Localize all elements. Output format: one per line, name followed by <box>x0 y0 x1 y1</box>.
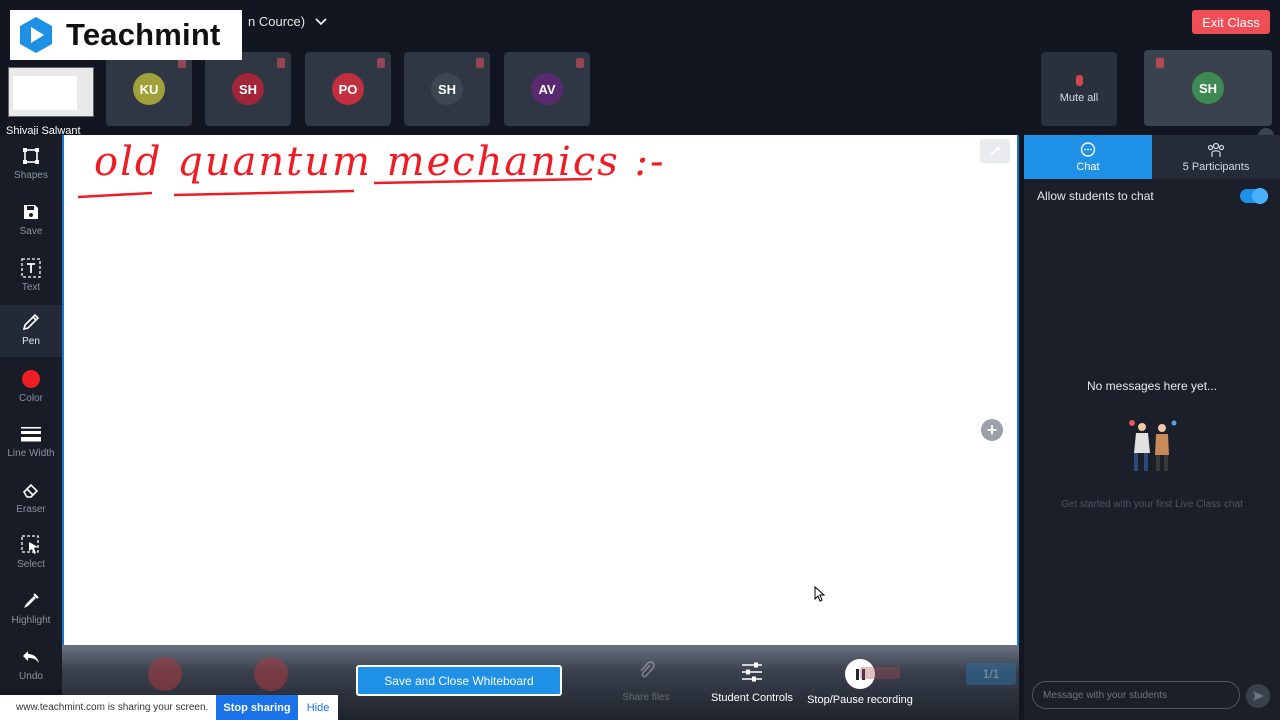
recording-timer <box>860 667 900 679</box>
shapes-icon <box>20 145 42 167</box>
chat-message-input[interactable] <box>1032 681 1240 709</box>
chat-panel: Chat 5 Participants Allow students to ch… <box>1024 135 1280 720</box>
mic-off-icon <box>576 58 584 68</box>
participant-tile[interactable]: SH <box>205 52 291 126</box>
chevron-down-icon <box>315 14 327 29</box>
line-width-icon <box>20 423 42 445</box>
paperclip-icon <box>636 659 656 686</box>
tab-participants-label: 5 Participants <box>1182 160 1250 173</box>
exit-class-button[interactable]: Exit Class <box>1192 10 1270 34</box>
undo-icon <box>20 646 42 668</box>
save-icon <box>20 201 42 223</box>
participant-avatar: SH <box>232 73 264 105</box>
tab-chat[interactable]: Chat <box>1024 135 1152 179</box>
eraser-label: Eraser <box>16 504 46 515</box>
undo-label: Undo <box>19 671 43 682</box>
class-title-dropdown[interactable]: n Cource) <box>248 14 327 29</box>
send-message-button[interactable] <box>1246 684 1270 708</box>
mic-off-icon <box>1075 74 1083 86</box>
eraser-icon <box>20 479 42 501</box>
pause-recording-button[interactable]: Stop/Pause recording <box>804 659 916 706</box>
empty-chat-title: No messages here yet... <box>1086 379 1218 393</box>
save-close-whiteboard-button[interactable]: Save and Close Whiteboard <box>356 665 562 696</box>
mic-toggle-button[interactable] <box>148 657 182 691</box>
teachmint-logo: Teachmint <box>10 10 242 60</box>
host-avatar: SH <box>1192 72 1224 104</box>
shapes-label: Shapes <box>14 170 48 181</box>
panel-tabs: Chat 5 Participants <box>1024 135 1280 179</box>
highlighter-icon <box>20 590 42 612</box>
sliders-icon <box>740 661 764 688</box>
mic-off-icon <box>1156 58 1164 68</box>
shapes-tool[interactable]: Shapes <box>0 145 62 181</box>
eraser-tool[interactable]: Eraser <box>0 479 62 515</box>
empty-chat-subtitle: Get started with your first Live Class c… <box>1061 499 1243 510</box>
highlight-label: Highlight <box>11 615 51 626</box>
participant-tile[interactable]: SH <box>404 52 490 126</box>
host-video-tile[interactable]: SH <box>1144 50 1272 126</box>
pen-icon <box>20 311 42 333</box>
text-icon <box>20 257 42 279</box>
stop-sharing-button[interactable]: Stop sharing <box>216 695 298 720</box>
select-tool[interactable]: Select <box>0 534 62 570</box>
tab-participants[interactable]: 5 Participants <box>1152 135 1280 179</box>
logo-wordmark: Teachmint <box>66 17 221 52</box>
line-width-label: Line Width <box>7 448 55 459</box>
participant-tile[interactable]: PO <box>305 52 391 126</box>
tab-chat-label: Chat <box>1076 160 1100 173</box>
mic-off-icon <box>277 58 285 68</box>
mic-off-icon <box>377 58 385 68</box>
chat-bubble-icon <box>1079 141 1097 161</box>
whiteboard-toolbar: Shapes Save Text Pen Color Line Width Er… <box>0 135 62 690</box>
page-indicator: 1/1 <box>966 663 1016 685</box>
class-title: n Cource) <box>248 14 306 29</box>
add-page-icon[interactable]: + <box>981 419 1003 441</box>
pen-label: Pen <box>22 336 40 347</box>
share-files-button[interactable]: Share files <box>610 659 682 703</box>
camera-toggle-button[interactable] <box>254 657 288 691</box>
share-files-label: Share files <box>622 692 670 703</box>
save-tool[interactable]: Save <box>0 201 62 237</box>
mouse-cursor-icon <box>814 586 826 602</box>
top-bar: Teachmint n Cource) Exit Class <box>0 0 1280 60</box>
participant-avatar: KU <box>133 73 165 105</box>
select-icon <box>20 534 42 556</box>
line-width-tool[interactable]: Line Width <box>0 423 62 459</box>
pen-tool[interactable]: Pen <box>0 305 62 357</box>
allow-chat-toggle[interactable] <box>1240 188 1268 204</box>
participant-avatar: SH <box>431 73 463 105</box>
participant-tile[interactable]: AV <box>504 52 590 126</box>
color-label: Color <box>19 393 43 404</box>
text-label: Text <box>21 282 41 293</box>
color-tool[interactable]: Color <box>0 368 62 404</box>
mic-off-icon <box>476 58 484 68</box>
student-controls-label: Student Controls <box>711 692 793 704</box>
text-tool[interactable]: Text <box>0 257 62 293</box>
mute-all-label: Mute all <box>1059 91 1099 104</box>
empty-chat-illustration <box>1122 419 1182 474</box>
participant-avatar: AV <box>531 73 563 105</box>
student-controls-button[interactable]: Student Controls <box>704 661 800 704</box>
screen-sharing-banner: www.teachmint.com is sharing your screen… <box>0 695 338 720</box>
participant-avatar: PO <box>332 73 364 105</box>
teachmint-logo-icon <box>16 15 56 55</box>
handwritten-heading: old quantum mechanics :- <box>77 139 663 199</box>
sharing-message: www.teachmint.com is sharing your screen… <box>16 702 209 713</box>
color-swatch-icon <box>20 368 42 390</box>
whiteboard-canvas[interactable]: old quantum mechanics :- + <box>62 135 1019 645</box>
allow-chat-row: Allow students to chat <box>1024 185 1280 207</box>
recording-label: Stop/Pause recording <box>807 694 913 706</box>
highlight-tool[interactable]: Highlight <box>0 590 62 626</box>
participant-tile[interactable]: KU <box>106 52 192 126</box>
mute-all-button[interactable]: Mute all <box>1041 52 1117 126</box>
fullscreen-icon[interactable] <box>980 139 1010 163</box>
allow-chat-label: Allow students to chat <box>1037 189 1154 203</box>
save-label: Save <box>19 226 43 237</box>
hide-banner-link[interactable]: Hide <box>298 702 338 714</box>
screen-share-preview <box>8 67 94 117</box>
participants-icon <box>1207 142 1225 161</box>
undo-tool[interactable]: Undo <box>0 646 62 682</box>
select-label: Select <box>17 559 45 570</box>
